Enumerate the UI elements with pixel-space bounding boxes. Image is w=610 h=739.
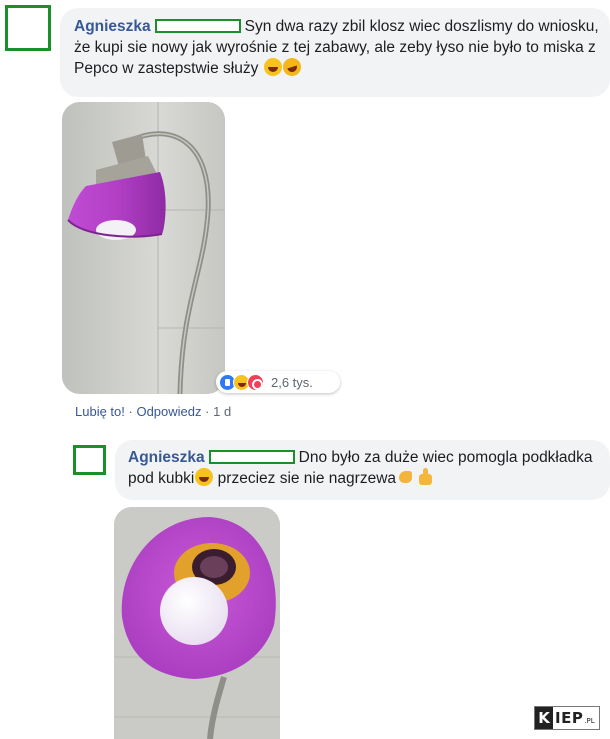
reply-author[interactable]: Agnieszka [128, 449, 205, 466]
rolling-laughing-emoji-icon [280, 55, 304, 79]
flexed-biceps-emoji-icon [397, 468, 415, 486]
redacted-name-box [154, 19, 241, 33]
thumbs-up-emoji-icon [416, 468, 434, 486]
separator: · [128, 404, 133, 419]
like-button[interactable]: Lubię to! [75, 404, 125, 419]
lamp-photo-image [114, 507, 280, 739]
reply-bubble: Agnieszka Dno było za duże wiec pomogla p… [115, 440, 610, 500]
reply-photo-lamp[interactable] [114, 507, 280, 739]
kiep-watermark-logo: K IEP .PL [534, 706, 600, 730]
watermark-text: IEP [555, 709, 584, 727]
redacted-name-box [208, 450, 295, 464]
lamp-photo-image [62, 102, 225, 394]
separator: · [205, 404, 210, 419]
watermark-k: K [535, 707, 553, 729]
love-reaction-icon [247, 373, 264, 391]
reply-avatar[interactable] [73, 445, 106, 475]
reactions-summary[interactable]: 2,6 tys. [216, 371, 340, 393]
comment-author[interactable]: Agnieszka [74, 18, 151, 35]
comment-timestamp[interactable]: 1 d [213, 404, 231, 419]
reaction-count: 2,6 tys. [271, 374, 313, 390]
watermark-suffix: .PL [584, 717, 595, 725]
comment-photo-lamp[interactable] [62, 102, 225, 394]
laughing-tears-emoji-icon [263, 58, 282, 76]
comment-actions: Lubię to! · Odpowiedz · 1 d [75, 404, 231, 419]
reply-button[interactable]: Odpowiedz [136, 404, 201, 419]
comment-bubble: Agnieszka Syn dwa razy zbil klosz wiec do… [60, 8, 610, 97]
laughing-tears-emoji-icon [195, 468, 214, 486]
comment-text: Syn dwa razy zbil klosz wiec doszlismy d… [74, 18, 599, 77]
reply-text-part2: przeciez sie nie nagrzewa [213, 470, 397, 487]
avatar[interactable] [5, 5, 51, 51]
